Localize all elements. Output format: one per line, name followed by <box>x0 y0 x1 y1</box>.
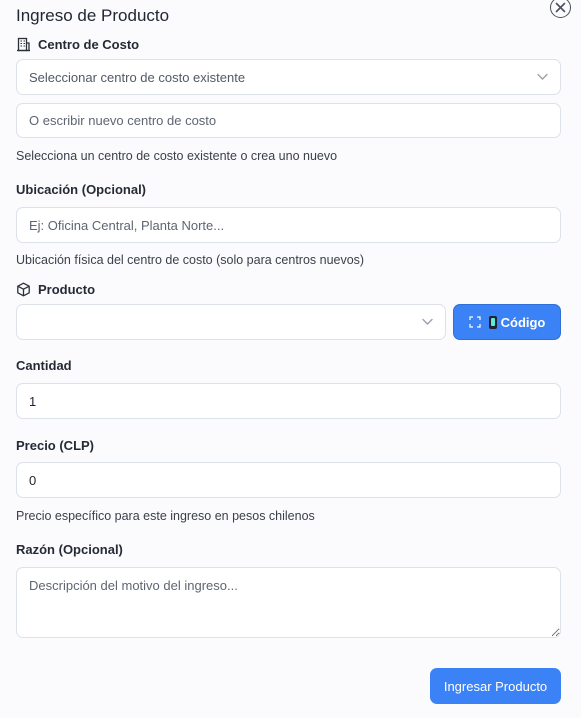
product-label: Producto <box>38 282 96 297</box>
dialog-title: Ingreso de Producto <box>16 6 170 25</box>
code-button-label: Código <box>500 314 546 330</box>
product-label-row: Producto <box>16 282 95 297</box>
price-input[interactable] <box>16 462 561 498</box>
reason-label: Razón (Opcional) <box>16 542 123 557</box>
cost-center-select[interactable]: Seleccionar centro de costo existente <box>16 59 561 95</box>
scan-icon <box>469 316 481 328</box>
price-hint: Precio específico para este ingreso en p… <box>16 509 315 523</box>
quantity-label: Cantidad <box>16 358 72 373</box>
code-button-content: Código <box>488 314 546 330</box>
package-icon <box>17 282 30 297</box>
cost-center-label-row: Centro de Costo <box>16 37 139 52</box>
close-button[interactable] <box>550 0 571 18</box>
product-select[interactable] <box>16 304 446 340</box>
building-icon <box>17 37 30 52</box>
chevron-down-icon <box>422 318 433 325</box>
scan-code-button[interactable]: Código <box>453 304 561 340</box>
close-icon <box>555 2 566 13</box>
cost-center-hint: Selecciona un centro de costo existente … <box>16 149 338 163</box>
location-label: Ubicación (Opcional) <box>16 182 147 197</box>
reason-textarea[interactable] <box>16 567 561 638</box>
price-label: Precio (CLP) <box>16 438 95 453</box>
cost-center-select-placeholder: Seleccionar centro de costo existente <box>29 69 246 85</box>
location-hint: Ubicación física del centro de costo (so… <box>16 253 365 267</box>
mobile-phone-icon <box>488 315 497 329</box>
submit-button[interactable]: Ingresar Producto <box>430 668 561 704</box>
quantity-input[interactable] <box>16 383 561 419</box>
new-cost-center-input[interactable] <box>16 103 561 138</box>
location-input[interactable] <box>16 207 561 243</box>
cost-center-label: Centro de Costo <box>38 37 140 52</box>
chevron-down-icon <box>537 73 548 80</box>
